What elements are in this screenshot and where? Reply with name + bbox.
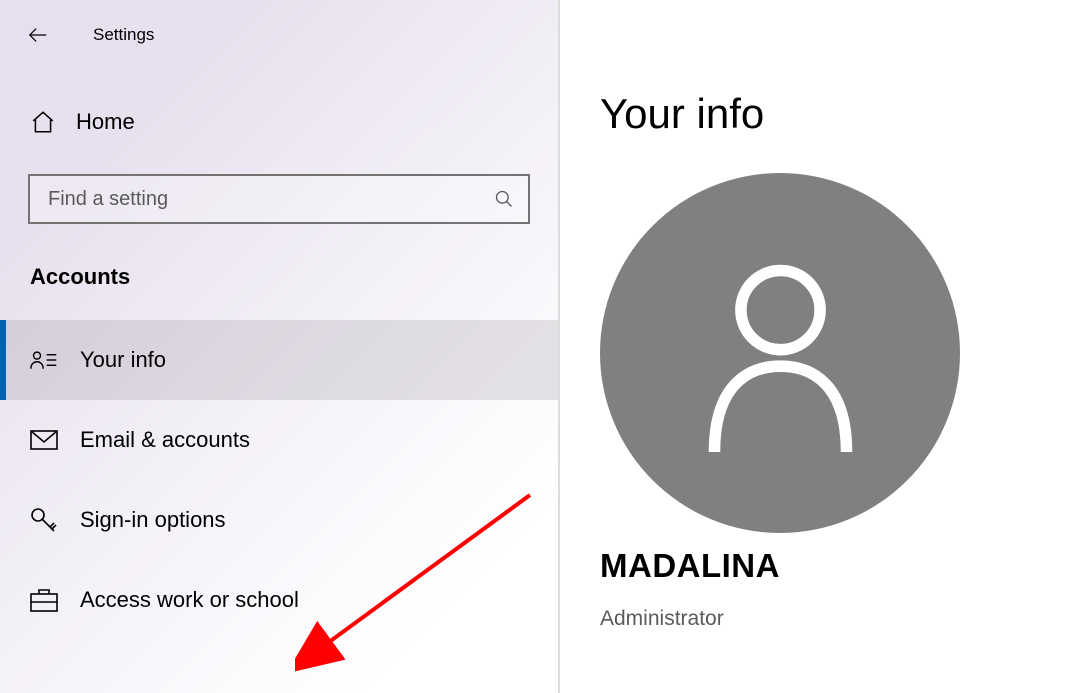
window-title: Settings (93, 25, 154, 45)
search-input[interactable] (30, 176, 480, 222)
nav-item-label: Sign-in options (80, 507, 226, 533)
person-icon (698, 253, 863, 453)
nav-list: Your info Email & accounts (0, 320, 558, 640)
home-icon (30, 109, 76, 135)
sidebar: Settings Home Accounts (0, 0, 560, 693)
nav-item-access-work-school[interactable]: Access work or school (0, 560, 558, 640)
nav-item-your-info[interactable]: Your info (0, 320, 558, 400)
page-title: Your info (600, 90, 1037, 138)
user-name: MADALINA (600, 547, 1037, 585)
avatar (600, 173, 960, 533)
person-list-icon (30, 346, 80, 374)
header-row: Settings (0, 0, 558, 70)
back-button[interactable] (18, 24, 58, 46)
briefcase-icon (30, 588, 80, 612)
nav-item-label: Your info (80, 347, 166, 373)
search-box[interactable] (28, 174, 530, 224)
user-role: Administrator (600, 607, 1037, 631)
search-icon (480, 189, 528, 209)
key-icon (30, 506, 80, 534)
mail-icon (30, 430, 80, 450)
home-label: Home (76, 109, 135, 135)
home-button[interactable]: Home (0, 100, 558, 144)
nav-item-label: Email & accounts (80, 427, 250, 453)
section-title: Accounts (30, 264, 558, 290)
content-area: Your info MADALINA Administrator (560, 0, 1067, 693)
nav-item-sign-in-options[interactable]: Sign-in options (0, 480, 558, 560)
nav-item-label: Access work or school (80, 587, 299, 613)
avatar-container (600, 173, 1037, 533)
nav-item-email-accounts[interactable]: Email & accounts (0, 400, 558, 480)
settings-window: Settings Home Accounts (0, 0, 1067, 693)
arrow-left-icon (27, 24, 49, 46)
